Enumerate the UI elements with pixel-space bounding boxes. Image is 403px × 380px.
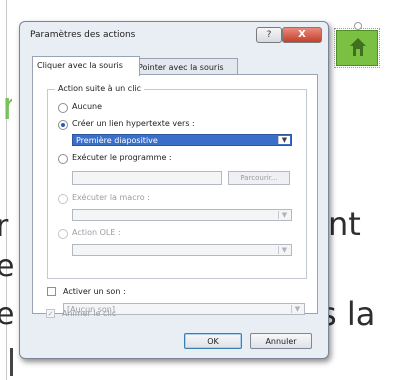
hyperlink-radio[interactable]	[58, 120, 68, 130]
play-sound-checkbox[interactable]	[47, 287, 56, 296]
macro-dropdown[interactable]: ▼	[72, 209, 292, 221]
run-macro-label: Exécuter la macro :	[72, 193, 150, 202]
rotation-handle[interactable]	[354, 22, 362, 30]
title-bar[interactable]: Paramètres des actions ? X	[20, 22, 328, 48]
slide-text-line2: e	[0, 249, 15, 284]
play-sound-label: Activer un son :	[63, 287, 126, 296]
none-radio[interactable]	[58, 103, 68, 113]
slide-text-cursor	[10, 348, 13, 376]
home-action-button-shape[interactable]	[334, 22, 380, 68]
cancel-button[interactable]: Annuler	[250, 333, 312, 349]
close-button[interactable]: X	[282, 27, 322, 43]
chevron-down-icon[interactable]: ▼	[278, 211, 290, 219]
slide-text-line1-right: nt	[328, 205, 361, 243]
hyperlink-value: Première diapositive	[76, 136, 158, 145]
slide-text-line3-left: e	[0, 297, 15, 332]
chevron-down-icon[interactable]: ▼	[278, 246, 290, 254]
run-macro-radio[interactable]	[58, 194, 68, 204]
dialog-title: Paramètres des actions	[30, 30, 136, 40]
ole-action-radio[interactable]	[58, 229, 68, 239]
highlight-click-checkbox[interactable]: ✓	[46, 309, 55, 318]
chevron-down-icon[interactable]: ▼	[278, 136, 290, 144]
tab-panel: Action suite à un clic Aucune Créer un l…	[32, 74, 318, 315]
chevron-down-icon[interactable]: ▼	[291, 305, 303, 313]
tab-mouse-click[interactable]: Cliquer avec la souris	[32, 56, 140, 76]
highlight-click-label: Animer le clic	[62, 309, 117, 318]
ole-action-dropdown[interactable]: ▼	[72, 244, 292, 256]
slide-green-text-fragment: n	[2, 84, 12, 130]
action-settings-dialog: Paramètres des actions ? X Cliquer avec …	[19, 21, 329, 359]
hyperlink-dropdown[interactable]: Première diapositive ▼	[72, 134, 292, 146]
browse-button[interactable]: Parcourir...	[228, 171, 290, 185]
green-shape[interactable]	[336, 30, 378, 66]
hyperlink-label: Créer un lien hypertexte vers :	[72, 119, 195, 128]
run-program-radio[interactable]	[58, 154, 68, 164]
ok-button[interactable]: OK	[184, 333, 242, 349]
none-label: Aucune	[72, 102, 103, 111]
group-legend: Action suite à un clic	[55, 84, 145, 93]
slide-text-line1-left: r	[0, 209, 9, 244]
action-on-click-group: Action suite à un clic Aucune Créer un l…	[47, 84, 307, 279]
home-icon	[350, 38, 366, 56]
ole-action-label: Action OLE :	[72, 228, 121, 237]
help-button[interactable]: ?	[256, 27, 282, 43]
run-program-label: Exécuter le programme :	[72, 153, 172, 162]
program-path-input[interactable]	[72, 171, 222, 185]
